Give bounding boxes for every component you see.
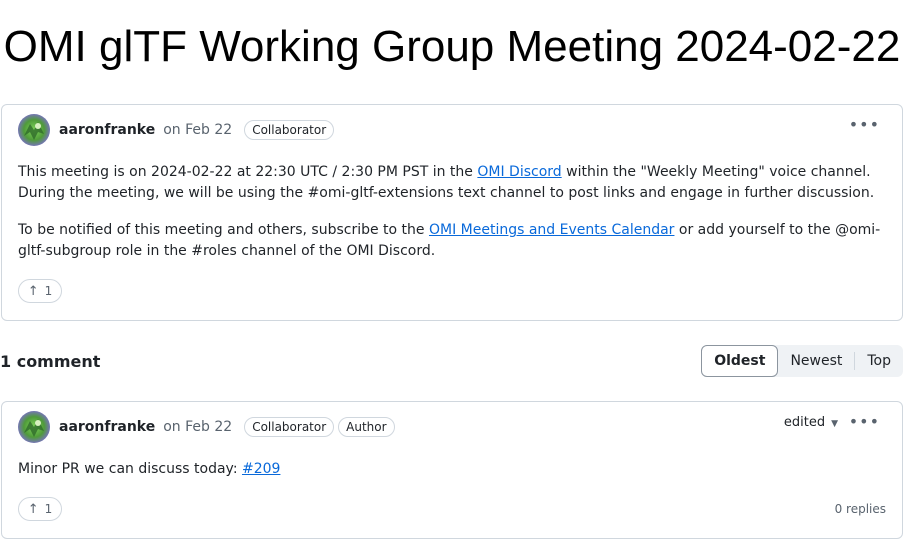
comment-sort-toggle: Oldest Newest Top	[701, 345, 903, 377]
upvote-count: 1	[44, 284, 53, 298]
comment: aaronfranke on Feb 22 Collaborator Autho…	[1, 401, 903, 539]
arrow-up-icon: ↑	[27, 501, 39, 517]
comment-header: aaronfranke on Feb 22 Collaborator Autho…	[18, 410, 395, 444]
author-badge: Author	[338, 417, 395, 437]
post-header: aaronfranke on Feb 22 Collaborator	[18, 113, 335, 147]
comment-date[interactable]: on Feb 22	[163, 419, 232, 435]
upvote-button[interactable]: ↑ 1	[18, 497, 62, 521]
omi-discord-link[interactable]: OMI Discord	[477, 164, 561, 180]
replies-count[interactable]: 0 replies	[835, 502, 886, 516]
post-paragraph-2-text: To be notified of this meeting and other…	[18, 222, 429, 238]
discussion-post: aaronfranke on Feb 22 Collaborator ••• T…	[1, 104, 903, 321]
kebab-horizontal-icon[interactable]: •••	[849, 117, 880, 133]
kebab-horizontal-icon[interactable]: •••	[849, 414, 880, 430]
edited-dropdown[interactable]: edited ▼	[784, 415, 838, 430]
collaborator-badge: Collaborator	[244, 417, 335, 437]
sort-newest-button[interactable]: Newest	[778, 345, 854, 377]
post-paragraph-2: To be notified of this meeting and other…	[18, 220, 884, 262]
edited-label: edited	[783, 415, 826, 430]
post-paragraph-1-text: This meeting is on 2024-02-22 at 22:30 U…	[18, 164, 478, 180]
comments-count: 1 comment	[0, 352, 101, 371]
comment-author[interactable]: aaronfranke	[59, 419, 155, 435]
sort-oldest-button[interactable]: Oldest	[701, 345, 779, 377]
comment-body: Minor PR we can discuss today: #209	[18, 459, 884, 480]
pr-link[interactable]: #209	[242, 461, 280, 477]
calendar-link[interactable]: OMI Meetings and Events Calendar	[429, 222, 674, 238]
post-date[interactable]: on Feb 22	[163, 122, 232, 138]
avatar[interactable]	[18, 114, 50, 146]
upvote-count: 1	[44, 502, 53, 516]
post-author[interactable]: aaronfranke	[59, 122, 155, 138]
upvote-button[interactable]: ↑ 1	[18, 279, 62, 303]
comment-text: Minor PR we can discuss today:	[18, 461, 242, 477]
sort-top-button[interactable]: Top	[855, 345, 903, 377]
page-title: OMI glTF Working Group Meeting 2024-02-2…	[3, 22, 901, 71]
avatar[interactable]	[18, 411, 50, 443]
triangle-down-icon: ▼	[831, 419, 838, 429]
post-paragraph-1: This meeting is on 2024-02-22 at 22:30 U…	[18, 162, 884, 204]
arrow-up-icon: ↑	[27, 283, 39, 299]
collaborator-badge: Collaborator	[244, 120, 335, 140]
